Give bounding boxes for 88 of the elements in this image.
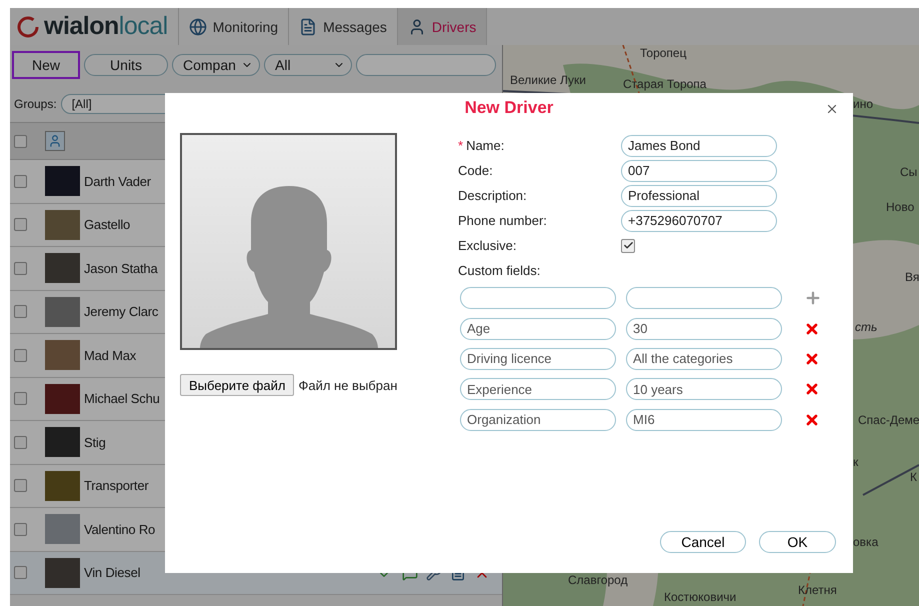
field-value-input[interactable]: 10 years (626, 378, 782, 400)
field-value-input[interactable]: All the categories (626, 348, 782, 370)
field-label: Code: (458, 163, 494, 178)
row-checkbox[interactable] (14, 218, 27, 232)
text-field[interactable]: 007 (621, 160, 777, 182)
map-place-label: Славгород (568, 573, 628, 587)
map-place-label: к (853, 455, 858, 469)
delete-icon[interactable] (804, 381, 820, 398)
map-place-label: Клетня (798, 583, 837, 597)
driver-name: Valentino Ro (84, 522, 156, 537)
ok-button[interactable]: OK (759, 531, 836, 553)
map-place-label: Костюковичи (664, 590, 736, 604)
search-field[interactable] (356, 54, 496, 76)
photo-placeholder (45, 253, 80, 284)
driver-name: Jeremy Clarc (84, 304, 158, 320)
driver-name: Gastello (84, 217, 130, 232)
map-place-label: К (910, 470, 917, 484)
row-checkbox[interactable] (14, 392, 27, 406)
map-place-label: Торопец (640, 46, 686, 60)
globe-icon (188, 18, 207, 36)
row-checkbox[interactable] (14, 174, 27, 188)
select-all-checkbox[interactable] (14, 134, 27, 148)
exclusive-checkbox[interactable] (621, 238, 635, 252)
photo-placeholder (45, 210, 80, 240)
map-place-label: Старая Торопа (623, 77, 706, 91)
field-value-input[interactable] (626, 287, 782, 310)
field-name-input[interactable] (460, 287, 616, 310)
field-name-input[interactable]: Experience (460, 378, 616, 400)
map-place-label: Спас-Деме (858, 413, 919, 427)
photo-placeholder (45, 427, 80, 458)
groups-label: Groups: (14, 96, 57, 110)
driver-name: Michael Schu (84, 391, 160, 406)
field-label: * Name: (458, 138, 506, 153)
field-name-input[interactable]: Age (460, 318, 616, 340)
field-value-input[interactable]: MI6 (626, 408, 782, 431)
photo-placeholder (45, 384, 80, 414)
text-field[interactable]: +375296070707 (621, 210, 777, 232)
checkmark-icon (622, 240, 634, 251)
map-place-label: ино (853, 97, 874, 111)
photo-placeholder (45, 514, 80, 544)
text-field[interactable]: Professional (621, 184, 777, 206)
person-icon (45, 131, 65, 151)
photo-placeholder (45, 340, 80, 370)
row-checkbox[interactable] (14, 348, 27, 362)
text-field[interactable]: James Bond (621, 134, 777, 156)
driver-name: Jason Statha (84, 260, 158, 276)
field-label: Phone number: (458, 213, 548, 228)
driver-name: Stig (84, 434, 106, 450)
delete-icon[interactable] (804, 350, 820, 367)
filter-dropdown[interactable]: Compan (172, 54, 260, 76)
document-icon (299, 18, 318, 36)
delete-icon[interactable] (804, 320, 820, 337)
close-icon[interactable] (825, 102, 839, 116)
cancel-button[interactable]: Cancel (660, 531, 746, 553)
plus-icon[interactable] (804, 289, 822, 308)
photo-placeholder (45, 558, 80, 588)
map-place-label: Сы (900, 165, 918, 179)
row-checkbox[interactable] (14, 566, 27, 580)
field-name-input[interactable]: Driving licence (460, 348, 616, 370)
choose-file-button[interactable]: Выберите файл (180, 374, 294, 396)
field-label: Description: (458, 188, 528, 203)
units-button[interactable]: Units (84, 54, 168, 76)
field-label: Exclusive: (458, 238, 518, 253)
row-checkbox[interactable] (14, 305, 27, 318)
delete-icon[interactable] (804, 412, 820, 428)
driver-name: Mad Max (84, 348, 136, 363)
map-place-label: Великие Луки (510, 73, 586, 87)
map-place-label: Ново (886, 200, 914, 214)
photo-placeholder (45, 166, 80, 196)
filter-dropdown[interactable]: All (264, 54, 352, 76)
driver-name: Darth Vader (84, 174, 151, 189)
field-name-input[interactable]: Organization (460, 408, 616, 431)
file-status: Файл не выбран (298, 378, 398, 392)
driver-name: Vin Diesel (84, 565, 140, 580)
row-checkbox[interactable] (14, 436, 27, 449)
row-checkbox[interactable] (14, 262, 27, 275)
dialog-title: New Driver (464, 98, 554, 118)
photo-placeholder (45, 470, 80, 501)
row-checkbox[interactable] (14, 479, 27, 492)
map-place-label: сть (855, 320, 878, 334)
row-checkbox[interactable] (14, 522, 27, 536)
map-place-label: Вя (905, 270, 919, 284)
driver-name: Transporter (84, 478, 149, 494)
new-button[interactable]: New (12, 51, 80, 79)
photo-placeholder (45, 296, 80, 327)
map-place-label: овка (853, 535, 878, 549)
field-value-input[interactable]: 30 (626, 318, 782, 340)
custom-fields-label: Custom fields: (458, 262, 542, 280)
